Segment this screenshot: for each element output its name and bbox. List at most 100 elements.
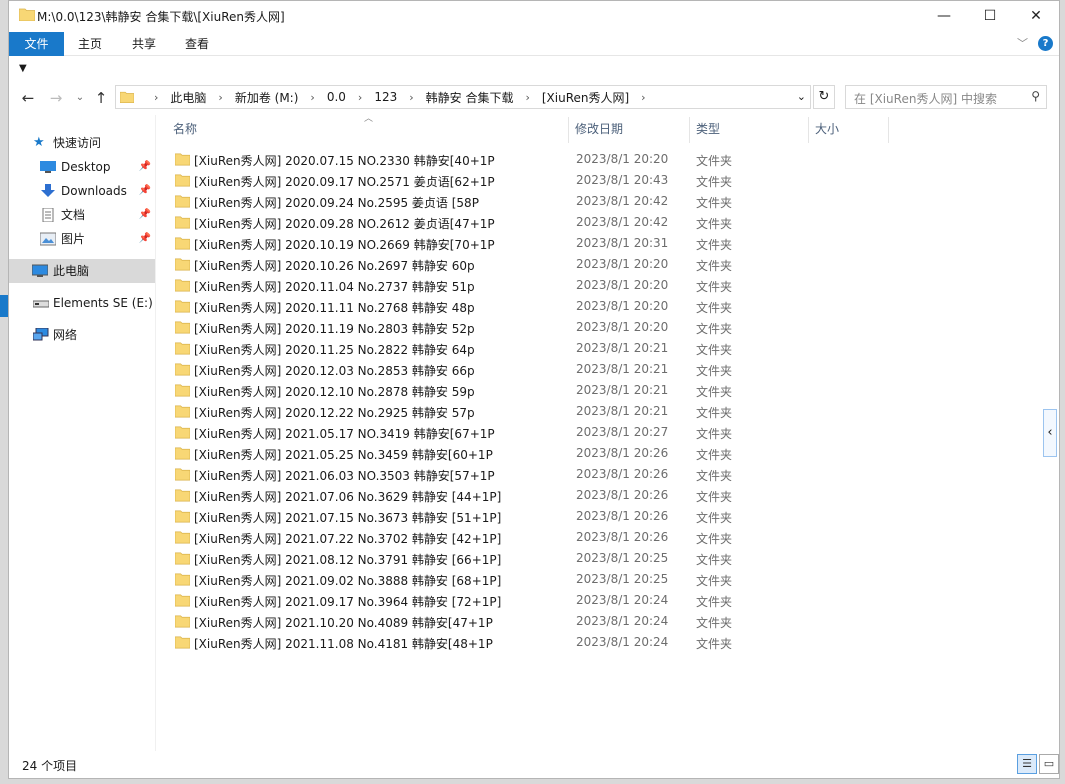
chevron-right-icon[interactable]: › — [358, 91, 362, 104]
tab-view[interactable]: 查看 — [176, 32, 218, 56]
maximize-button[interactable]: ☐ — [967, 1, 1013, 31]
folder-icon — [175, 237, 190, 250]
file-row[interactable]: [XiuRen秀人网] 2021.07.22 No.3702 韩静安 [42+1… — [171, 527, 751, 548]
chevron-right-icon[interactable]: › — [525, 91, 529, 104]
address-bar[interactable]: › 此电脑 › 新加卷 (M:) › 0.0 › 123 › 韩静安 合集下载 › [Xiu… — [115, 85, 811, 109]
file-row[interactable]: [XiuRen秀人网] 2021.09.02 No.3888 韩静安 [68+1… — [171, 569, 751, 590]
file-date: 2023/8/1 20:20 — [576, 257, 669, 271]
file-row[interactable]: [XiuRen秀人网] 2021.10.20 No.4089 韩静安[47+1P… — [171, 611, 751, 632]
file-name: [XiuRen秀人网] 2020.11.19 No.2803 韩静安 52p — [194, 322, 475, 336]
file-row[interactable]: [XiuRen秀人网] 2021.09.17 No.3964 韩静安 [72+1… — [171, 590, 751, 611]
tab-file[interactable]: 文件 — [9, 32, 64, 56]
nav-quick-access[interactable]: ★ 快速访问 — [9, 131, 155, 155]
pin-icon[interactable]: 📌 — [139, 203, 151, 227]
file-name: [XiuRen秀人网] 2020.07.15 NO.2330 韩静安[40+1P — [194, 154, 495, 168]
close-icon: ✕ — [1030, 8, 1042, 24]
chevron-right-icon[interactable]: › — [218, 91, 222, 104]
tab-share[interactable]: 共享 — [123, 32, 165, 56]
folder-icon — [175, 489, 190, 502]
file-list: [XiuRen秀人网] 2020.07.15 NO.2330 韩静安[40+1P… — [171, 149, 751, 653]
chevron-right-icon[interactable]: › — [641, 91, 645, 104]
help-icon[interactable]: ? — [1038, 35, 1053, 51]
file-date: 2023/8/1 20:24 — [576, 614, 669, 628]
file-row[interactable]: [XiuRen秀人网] 2020.10.26 No.2697 韩静安 60p 20… — [171, 254, 751, 275]
breadcrumb-current[interactable]: [XiuRen秀人网] — [542, 89, 629, 106]
nav-item-documents[interactable]: 文档 📌 — [9, 203, 155, 227]
recent-locations-icon[interactable]: ⌄ — [69, 87, 91, 109]
refresh-button[interactable]: ↻ — [813, 85, 835, 109]
nav-network[interactable]: 网络 — [9, 323, 155, 347]
file-date: 2023/8/1 20:42 — [576, 194, 669, 208]
details-view-button[interactable]: ☰ — [1017, 754, 1037, 774]
chevron-right-icon[interactable]: › — [154, 91, 158, 104]
file-date: 2023/8/1 20:24 — [576, 593, 669, 607]
file-row[interactable]: [XiuRen秀人网] 2020.12.10 No.2878 韩静安 59p 20… — [171, 380, 751, 401]
file-row[interactable]: [XiuRen秀人网] 2021.07.15 No.3673 韩静安 [51+1… — [171, 506, 751, 527]
close-button[interactable]: ✕ — [1013, 1, 1059, 31]
file-row[interactable]: [XiuRen秀人网] 2020.09.24 No.2595 姜贞语 [58P 2… — [171, 191, 751, 212]
column-header-type[interactable]: 类型 — [690, 117, 809, 143]
nav-item-desktop[interactable]: Desktop 📌 — [9, 155, 155, 179]
file-name: [XiuRen秀人网] 2020.09.17 NO.2571 姜贞语[62+1P — [194, 175, 495, 189]
file-row[interactable]: [XiuRen秀人网] 2021.08.12 No.3791 韩静安 [66+1… — [171, 548, 751, 569]
pane-splitter[interactable] — [155, 115, 156, 751]
file-row[interactable]: [XiuRen秀人网] 2021.05.25 No.3459 韩静安[60+1P… — [171, 443, 751, 464]
search-icon[interactable]: ⚲ — [1031, 89, 1040, 103]
file-type: 文件夹 — [696, 385, 733, 399]
address-dropdown-icon[interactable]: ⌄ — [797, 90, 806, 103]
nav-label: 此电脑 — [53, 264, 90, 278]
file-row[interactable]: [XiuRen秀人网] 2020.12.03 No.2853 韩静安 66p 20… — [171, 359, 751, 380]
file-row[interactable]: [XiuRen秀人网] 2020.12.22 No.2925 韩静安 57p 20… — [171, 401, 751, 422]
quick-access-toolbar-dropdown-icon[interactable]: ▼ — [19, 63, 27, 74]
nav-item-downloads[interactable]: Downloads 📌 — [9, 179, 155, 203]
file-row[interactable]: [XiuRen秀人网] 2021.11.08 No.4181 韩静安[48+1P… — [171, 632, 751, 653]
breadcrumb-folder-3[interactable]: 韩静安 合集下载 — [426, 89, 514, 106]
file-row[interactable]: [XiuRen秀人网] 2020.11.19 No.2803 韩静安 52p 20… — [171, 317, 751, 338]
expand-ribbon-icon[interactable]: ﹀ — [1017, 35, 1028, 51]
forward-button[interactable]: → — [45, 87, 67, 109]
file-date: 2023/8/1 20:27 — [576, 425, 669, 439]
breadcrumb-this-pc[interactable]: 此电脑 — [170, 89, 206, 106]
file-row[interactable]: [XiuRen秀人网] 2021.05.17 NO.3419 韩静安[67+1P… — [171, 422, 751, 443]
file-row[interactable]: [XiuRen秀人网] 2021.07.06 No.3629 韩静安 [44+1… — [171, 485, 751, 506]
chevron-right-icon[interactable]: › — [310, 91, 314, 104]
file-row[interactable]: [XiuRen秀人网] 2020.09.17 NO.2571 姜贞语[62+1P… — [171, 170, 751, 191]
breadcrumb-folder-2[interactable]: 123 — [374, 90, 397, 104]
nav-label: Downloads — [61, 184, 127, 198]
tab-home[interactable]: 主页 — [69, 32, 111, 56]
pin-icon[interactable]: 📌 — [139, 179, 151, 203]
file-name: [XiuRen秀人网] 2021.07.15 No.3673 韩静安 [51+1… — [194, 511, 502, 525]
column-header-size[interactable]: 大小 — [809, 117, 889, 143]
minimize-button[interactable]: — — [921, 1, 967, 31]
file-date: 2023/8/1 20:20 — [576, 278, 669, 292]
folder-icon — [175, 153, 190, 166]
file-row[interactable]: [XiuRen秀人网] 2020.10.19 NO.2669 韩静安[70+1P… — [171, 233, 751, 254]
breadcrumb-folder-1[interactable]: 0.0 — [327, 90, 346, 104]
file-row[interactable]: [XiuRen秀人网] 2021.06.03 NO.3503 韩静安[57+1P… — [171, 464, 751, 485]
file-name: [XiuRen秀人网] 2021.09.02 No.3888 韩静安 [68+1… — [194, 574, 502, 588]
pin-icon[interactable]: 📌 — [139, 227, 151, 251]
file-row[interactable]: [XiuRen秀人网] 2020.11.04 No.2737 韩静安 51p 20… — [171, 275, 751, 296]
file-date: 2023/8/1 20:26 — [576, 467, 669, 481]
file-row[interactable]: [XiuRen秀人网] 2020.11.25 No.2822 韩静安 64p 20… — [171, 338, 751, 359]
file-row[interactable]: [XiuRen秀人网] 2020.09.28 NO.2612 姜贞语[47+1P… — [171, 212, 751, 233]
file-name: [XiuRen秀人网] 2021.09.17 No.3964 韩静安 [72+1… — [194, 595, 502, 609]
search-input[interactable]: 在 [XiuRen秀人网] 中搜索 ⚲ — [845, 85, 1047, 109]
file-row[interactable]: [XiuRen秀人网] 2020.07.15 NO.2330 韩静安[40+1P… — [171, 149, 751, 170]
folder-icon — [175, 426, 190, 439]
column-header-name[interactable]: 名称 — [167, 117, 569, 143]
pin-icon[interactable]: 📌 — [139, 155, 151, 179]
chevron-right-icon[interactable]: › — [409, 91, 413, 104]
file-row[interactable]: [XiuRen秀人网] 2020.11.11 No.2768 韩静安 48p 20… — [171, 296, 751, 317]
column-header-date[interactable]: 修改日期 — [569, 117, 690, 143]
file-type: 文件夹 — [696, 469, 733, 483]
up-button[interactable]: ↑ — [90, 87, 112, 109]
breadcrumb-drive[interactable]: 新加卷 (M:) — [235, 89, 299, 106]
large-icons-view-button[interactable]: ▭ — [1039, 754, 1059, 774]
nav-drive-e[interactable]: Elements SE (E:) — [9, 291, 155, 315]
back-button[interactable]: ← — [17, 87, 39, 109]
nav-item-pictures[interactable]: 图片 📌 — [9, 227, 155, 251]
collapse-pane-button[interactable]: ‹ — [1043, 409, 1057, 457]
nav-label: 网络 — [53, 328, 78, 342]
nav-this-pc[interactable]: 此电脑 — [9, 259, 155, 283]
